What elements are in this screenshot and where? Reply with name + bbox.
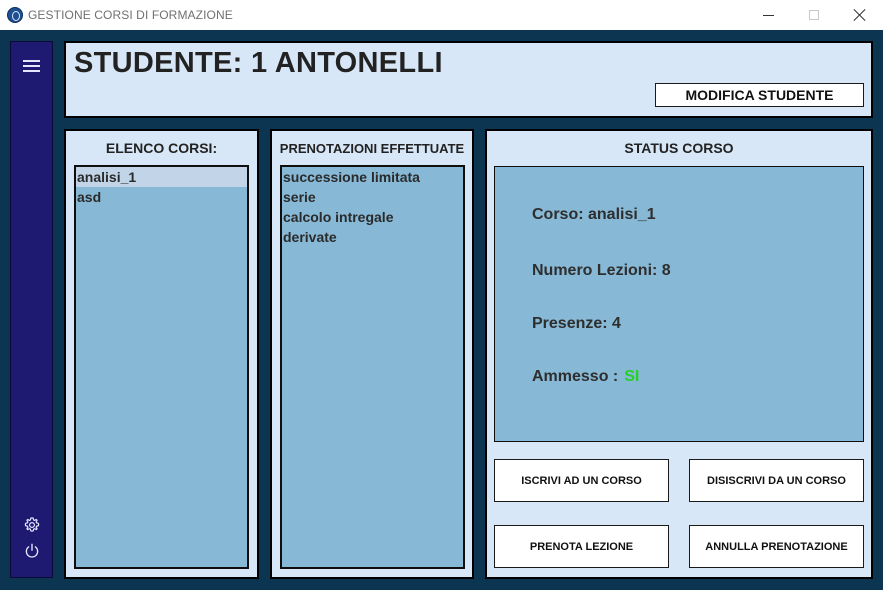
course-item[interactable]: analisi_1 <box>76 167 247 187</box>
booking-item[interactable]: calcolo intregale <box>282 207 463 227</box>
courses-list[interactable]: analisi_1 asd <box>74 165 249 569</box>
booking-item[interactable]: serie <box>282 187 463 207</box>
power-icon[interactable] <box>23 542 41 560</box>
app-logo-icon <box>7 7 23 23</box>
status-admitted: Ammesso : SI <box>532 368 639 386</box>
unenroll-course-button[interactable]: DISISCRIVI DA UN CORSO <box>689 459 864 502</box>
close-icon <box>854 9 866 21</box>
close-button[interactable] <box>837 0 883 30</box>
bookings-list[interactable]: successione limitata serie calcolo intre… <box>280 165 465 569</box>
minimize-button[interactable] <box>745 0 791 30</box>
status-details-box: Corso: analisi_1 Numero Lezioni: 8 Prese… <box>494 166 864 442</box>
courses-panel: ELENCO CORSI: analisi_1 asd <box>64 129 259 579</box>
student-title: STUDENTE: 1 ANTONELLI <box>74 47 443 79</box>
status-lessons: Numero Lezioni: 8 <box>532 262 671 279</box>
status-course: Corso: analisi_1 <box>532 206 656 223</box>
enroll-course-button[interactable]: ISCRIVI AD UN CORSO <box>494 459 669 502</box>
admitted-label: Ammesso : <box>532 368 619 385</box>
book-lesson-button[interactable]: PRENOTA LEZIONE <box>494 525 669 568</box>
booking-item[interactable]: successione limitata <box>282 167 463 187</box>
maximize-icon <box>809 10 819 20</box>
app-client-area: STUDENTE: 1 ANTONELLI MODIFICA STUDENTE … <box>0 30 883 590</box>
courses-heading: ELENCO CORSI: <box>105 140 218 156</box>
status-heading: STATUS CORSO <box>624 140 734 156</box>
status-attendance: Presenze: 4 <box>532 315 621 332</box>
modify-student-button[interactable]: MODIFICA STUDENTE <box>655 83 864 107</box>
student-header-panel: STUDENTE: 1 ANTONELLI MODIFICA STUDENTE <box>64 41 873 118</box>
hamburger-menu-icon[interactable] <box>23 60 40 72</box>
maximize-button[interactable] <box>791 0 837 30</box>
title-bar: GESTIONE CORSI DI FORMAZIONE <box>0 0 883 30</box>
sidebar <box>10 41 53 578</box>
admitted-value: SI <box>624 368 640 385</box>
bookings-panel: PRENOTAZIONI EFFETTUATE successione limi… <box>270 129 474 579</box>
course-item[interactable]: asd <box>76 187 247 207</box>
course-status-panel: STATUS CORSO Corso: analisi_1 Numero Lez… <box>485 129 873 579</box>
booking-item[interactable]: derivate <box>282 227 463 247</box>
minimize-icon <box>762 14 774 16</box>
gear-icon[interactable] <box>23 516 41 534</box>
window-title: GESTIONE CORSI DI FORMAZIONE <box>28 8 233 22</box>
bookings-heading: PRENOTAZIONI EFFETTUATE <box>279 141 465 156</box>
cancel-booking-button[interactable]: ANNULLA PRENOTAZIONE <box>689 525 864 568</box>
